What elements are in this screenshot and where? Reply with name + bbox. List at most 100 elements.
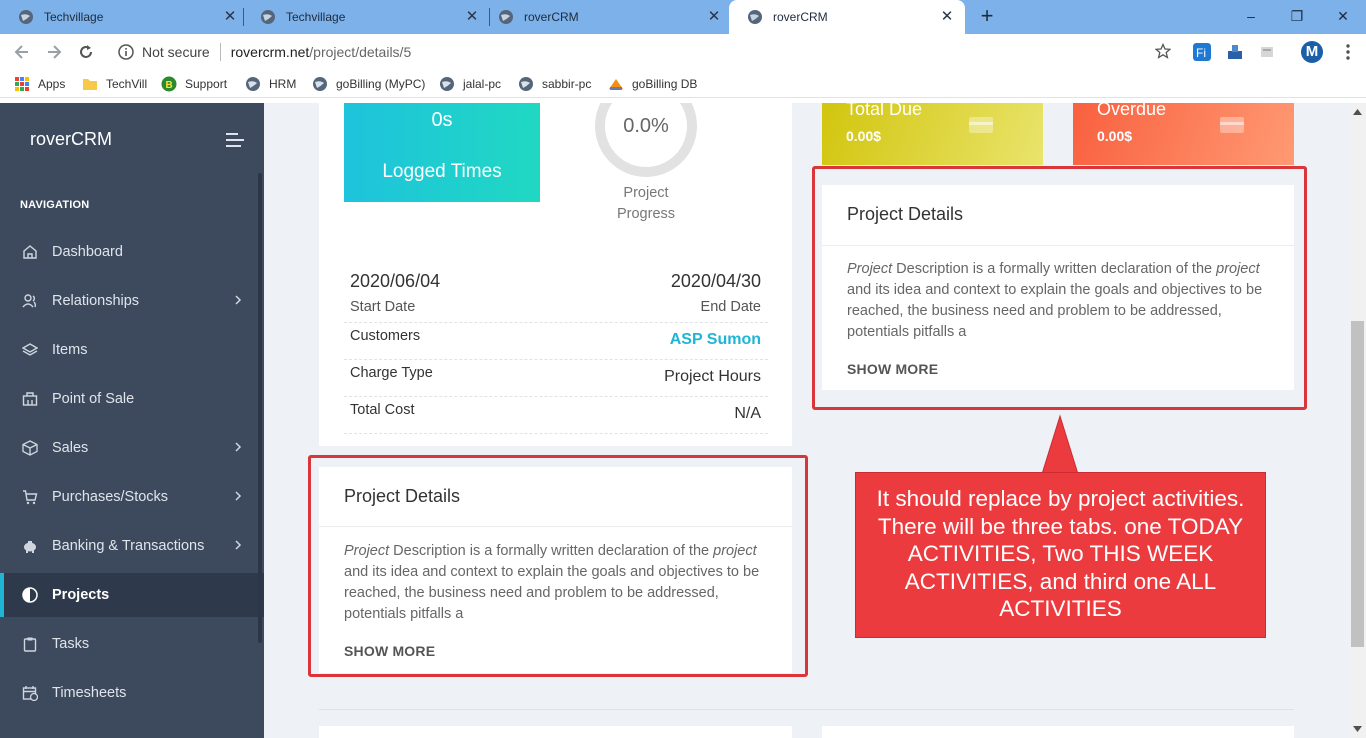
half-circle-icon bbox=[22, 587, 38, 603]
apps-grid-icon bbox=[15, 77, 29, 91]
chevron-right-icon bbox=[235, 442, 242, 452]
url-text[interactable]: rovercrm.net/project/details/5 bbox=[231, 44, 412, 60]
security-label: Not secure bbox=[142, 44, 210, 60]
piggy-bank-icon bbox=[24, 541, 36, 553]
sidebar-item-label: Point of Sale bbox=[52, 391, 135, 407]
browser-tab[interactable]: Techvillage ✕ bbox=[242, 0, 490, 34]
sidebar-item-sales[interactable]: Sales bbox=[0, 426, 264, 470]
app-brand[interactable]: roverCRM bbox=[30, 129, 112, 150]
end-date-label: End Date bbox=[700, 299, 761, 315]
next-card bbox=[822, 726, 1294, 738]
sidebar-scrollbar[interactable] bbox=[258, 173, 262, 643]
restore-button[interactable]: ❐ bbox=[1274, 4, 1320, 28]
browser-tab-bar: Techvillage ✕ Techvillage ✕ roverCRM ✕ r… bbox=[0, 0, 1366, 34]
sidebar-item-point-of-sale[interactable]: Point of Sale bbox=[0, 377, 264, 421]
info-icon[interactable] bbox=[118, 44, 134, 60]
clipboard-icon bbox=[23, 637, 37, 652]
menu-dots-icon[interactable] bbox=[1340, 43, 1356, 61]
close-window-button[interactable]: ✕ bbox=[1320, 4, 1366, 28]
sidebar-item-label: Purchases/Stocks bbox=[52, 489, 169, 505]
bookmark-jalal-pc[interactable]: jalal-pc bbox=[439, 75, 501, 93]
tab-title: roverCRM bbox=[773, 10, 828, 24]
minimize-button[interactable]: – bbox=[1228, 4, 1274, 28]
total-cost-label: Total Cost bbox=[350, 402, 415, 418]
back-arrow-icon[interactable] bbox=[12, 42, 32, 62]
sidebar-item-dashboard[interactable]: Dashboard bbox=[0, 230, 264, 274]
globe-icon bbox=[261, 10, 275, 24]
nav-heading: NAVIGATION bbox=[20, 199, 90, 211]
sidebar-item-label: Dashboard bbox=[52, 244, 123, 260]
bookmark-label: goBilling DB bbox=[632, 77, 698, 91]
sidebar-item-label: Relationships bbox=[52, 293, 140, 309]
omnibox[interactable]: Not secure rovercrm.net/project/details/… bbox=[110, 38, 1182, 66]
profile-avatar[interactable]: M bbox=[1301, 41, 1323, 63]
bookmark-star-icon[interactable] bbox=[1155, 43, 1171, 59]
close-tab-icon[interactable]: ✕ bbox=[706, 9, 722, 25]
next-card bbox=[319, 726, 792, 738]
total-due-title: Total Due bbox=[846, 103, 923, 119]
scroll-thumb[interactable] bbox=[1351, 321, 1364, 647]
divider bbox=[344, 359, 768, 360]
folder-icon bbox=[83, 79, 97, 90]
phpmyadmin-icon bbox=[609, 79, 623, 90]
browser-tab[interactable]: roverCRM ✕ bbox=[480, 0, 730, 34]
globe-icon bbox=[499, 10, 513, 24]
menu-toggle-icon[interactable] bbox=[226, 133, 244, 147]
progress-label-line: Project bbox=[623, 185, 669, 201]
overdue-value: 0.00$ bbox=[1097, 128, 1133, 144]
globe-icon bbox=[519, 77, 533, 91]
users-icon bbox=[22, 294, 37, 308]
total-cost-value: N/A bbox=[734, 405, 761, 422]
bookmark-hrm[interactable]: HRM bbox=[245, 75, 296, 93]
forward-arrow-icon[interactable] bbox=[44, 42, 64, 62]
sidebar-item-label: Items bbox=[52, 342, 88, 358]
sidebar-item-timesheets[interactable]: Timesheets bbox=[0, 671, 264, 715]
sidebar-item-items[interactable]: Items bbox=[0, 328, 264, 372]
url-host: rovercrm.net bbox=[230, 44, 310, 60]
bookmark-label: jalal-pc bbox=[463, 77, 502, 91]
annotation-callout: It should replace by project activities.… bbox=[855, 472, 1266, 638]
sidebar-item-label: Tasks bbox=[52, 636, 90, 652]
extension-icon[interactable] bbox=[1258, 43, 1276, 61]
sidebar-item-tasks[interactable]: Tasks bbox=[0, 622, 264, 666]
overdue-title: Overdue bbox=[1097, 103, 1167, 119]
sidebar-item-projects[interactable]: Projects bbox=[0, 573, 264, 617]
divider bbox=[344, 433, 768, 434]
sidebar-item-relationships[interactable]: Relationships bbox=[0, 279, 264, 323]
sidebar-item-banking-transactions[interactable]: Banking & Transactions bbox=[0, 524, 264, 568]
customers-link[interactable]: ASP Sumon bbox=[670, 331, 761, 349]
chevron-right-icon bbox=[235, 295, 242, 305]
box-icon bbox=[22, 440, 38, 456]
globe-icon bbox=[19, 10, 33, 24]
close-tab-icon[interactable]: ✕ bbox=[464, 9, 480, 25]
cart-icon bbox=[23, 490, 38, 505]
browser-tab-active[interactable]: roverCRM ✕ bbox=[729, 0, 965, 34]
new-tab-button[interactable]: + bbox=[977, 5, 997, 27]
divider bbox=[344, 322, 768, 323]
scroll-up-icon[interactable] bbox=[1353, 109, 1362, 115]
close-tab-icon[interactable]: ✕ bbox=[939, 9, 955, 25]
bookmark-techvill[interactable]: TechVill bbox=[82, 75, 147, 93]
divider bbox=[219, 43, 221, 61]
bookmark-sabbir-pc[interactable]: sabbir-pc bbox=[518, 75, 591, 93]
layers-icon bbox=[22, 343, 38, 356]
bookmark-support[interactable]: B Support bbox=[161, 75, 227, 93]
extension-icon[interactable] bbox=[1226, 43, 1244, 61]
globe-icon bbox=[748, 10, 762, 24]
reload-icon[interactable] bbox=[76, 42, 96, 62]
annotation-highlight bbox=[812, 166, 1307, 410]
sidebar-item-purchases-stocks[interactable]: Purchases/Stocks bbox=[0, 475, 264, 519]
credit-card-icon bbox=[969, 117, 993, 133]
bookmark-gobilling-db[interactable]: goBilling DB bbox=[608, 75, 697, 93]
bookmark-apps[interactable]: Apps bbox=[14, 75, 65, 93]
extension-icon[interactable]: Fi bbox=[1193, 43, 1211, 61]
page-scrollbar[interactable] bbox=[1349, 103, 1366, 738]
callout-pointer bbox=[1041, 414, 1079, 474]
overdue-card: Overdue 0.00$ bbox=[1073, 103, 1294, 165]
browser-tab[interactable]: Techvillage ✕ bbox=[0, 0, 244, 34]
close-tab-icon[interactable]: ✕ bbox=[222, 9, 238, 25]
scroll-down-icon[interactable] bbox=[1353, 726, 1362, 732]
start-date-label: Start Date bbox=[350, 299, 416, 315]
chevron-right-icon bbox=[235, 491, 242, 501]
bookmark-gobilling-mypc[interactable]: goBilling (MyPC) bbox=[312, 75, 425, 93]
